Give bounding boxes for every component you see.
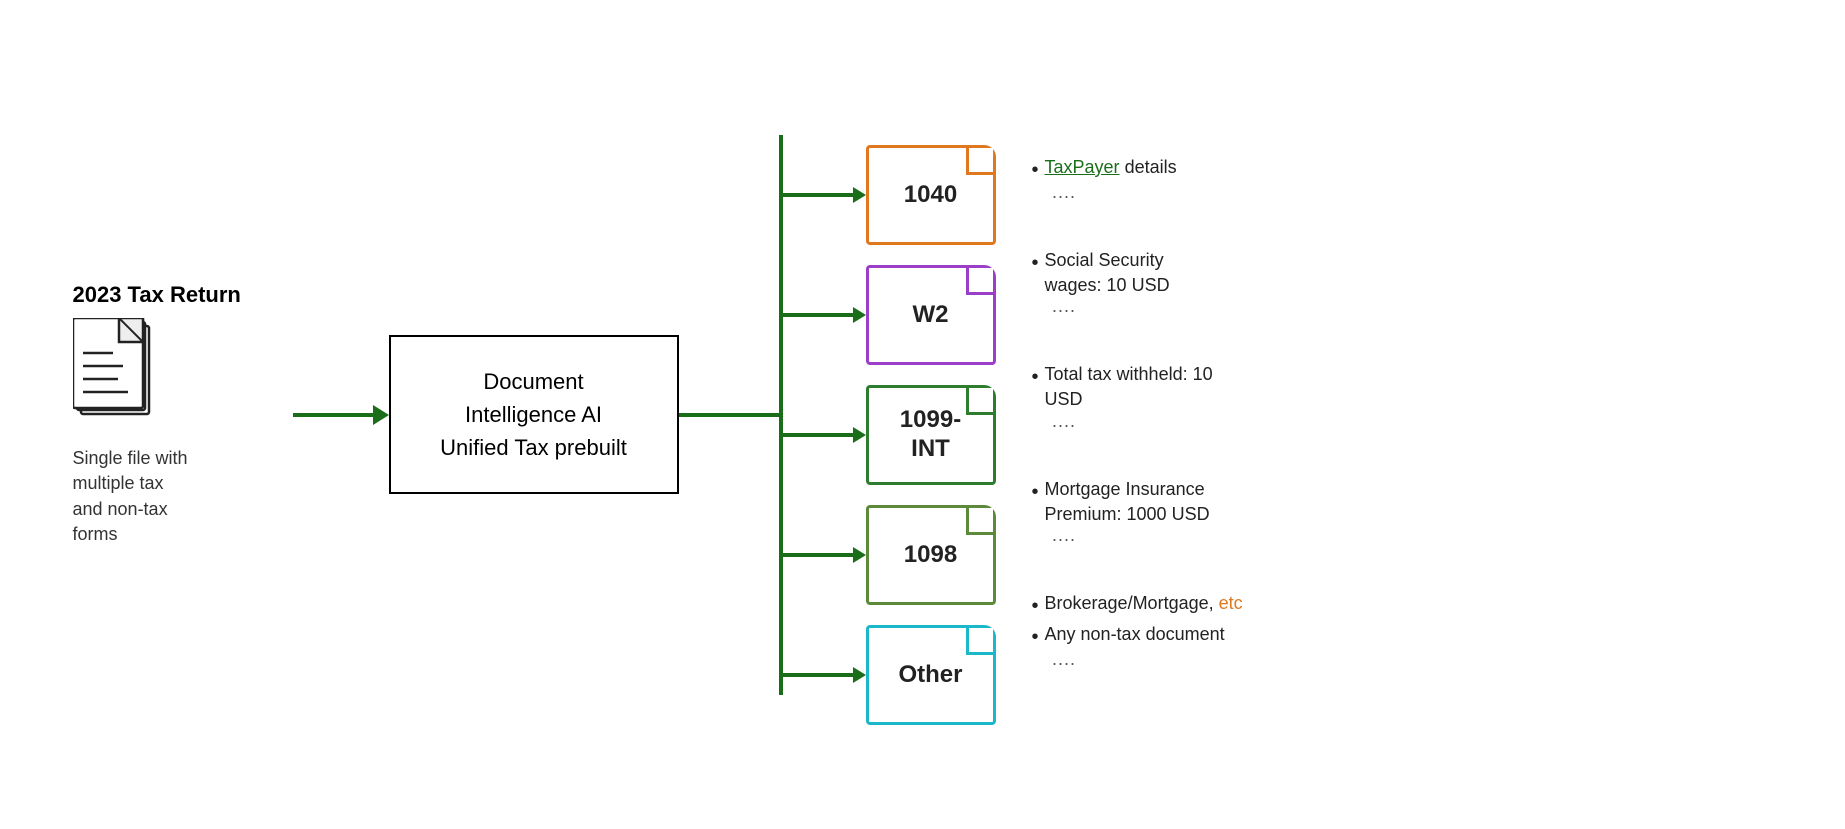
branch-arrow-1040 [853,187,866,203]
doc-label: Single file with multiple tax and non-ta… [73,446,188,547]
bullet-4: • [1032,478,1039,506]
diagram: 2023 Tax Return Single file with multipl… [73,135,1773,695]
bullet-2: • [1032,249,1039,277]
info-group-other: • Brokerage/Mortgage, etc • Any non-tax … [1032,591,1243,674]
left-section: 2023 Tax Return Single file with multipl… [73,282,293,547]
branch-h-w2 [783,313,853,317]
branch-h-1098 [783,553,853,557]
info-text-social-security: Social Securitywages: 10 USD [1045,248,1170,298]
form-label-1099: 1099-INT [900,406,961,464]
arrow-line-main [679,413,779,417]
form-label-other: Other [898,661,962,689]
branch-structure: 1040 W2 1099-INT [779,135,996,695]
branch-rows: 1040 W2 1099-INT [783,135,996,695]
taxpayer-link: TaxPayer [1045,157,1120,177]
branch-h-1040 [783,193,853,197]
form-card-1099: 1099-INT [866,385,996,485]
bullet-6: • [1032,623,1039,651]
info-dots-1: ···· [1052,186,1243,207]
document-icon [73,318,163,428]
info-dots-5: ···· [1052,653,1243,674]
info-text-tax-withheld: Total tax withheld: 10USD [1045,362,1213,412]
info-text-non-tax: Any non-tax document [1045,622,1225,647]
etc-label: etc [1219,593,1243,613]
branch-arrow-1099 [853,427,866,443]
form-card-w2: W2 [866,265,996,365]
form-label-1098: 1098 [904,541,957,569]
doc-title: 2023 Tax Return [73,282,241,308]
form-label-w2: W2 [913,301,949,329]
info-group-1098: • Mortgage InsurancePremium: 1000 USD ··… [1032,477,1243,550]
branch-row-w2: W2 [783,265,996,365]
bullet-1: • [1032,156,1039,184]
info-text-mortgage: Mortgage InsurancePremium: 1000 USD [1045,477,1210,527]
info-group-1040: • TaxPayer details ···· [1032,155,1243,207]
form-card-1040: 1040 [866,145,996,245]
branch-row-1040: 1040 [783,145,996,245]
branch-arrow-w2 [853,307,866,323]
branch-h-other [783,673,853,677]
center-box: Document Intelligence AI Unified Tax pre… [389,335,679,494]
arrow-main [679,413,779,417]
bullet-5: • [1032,592,1039,620]
branch-row-other: Other [783,625,996,725]
form-card-1098: 1098 [866,505,996,605]
arrow-left [293,405,389,425]
info-item-tax-withheld: • Total tax withheld: 10USD [1032,362,1243,412]
branch-h-1099 [783,433,853,437]
info-text-taxpayer: TaxPayer details [1045,155,1177,180]
info-group-1099: • Total tax withheld: 10USD ···· [1032,362,1243,435]
center-box-text: Document Intelligence AI Unified Tax pre… [440,369,627,460]
arrow-head-left [373,405,389,425]
branch-arrow-1098 [853,547,866,563]
info-section: • TaxPayer details ···· • Social Securit… [1032,135,1243,695]
branch-arrow-other [853,667,866,683]
info-item-taxpayer: • TaxPayer details [1032,155,1243,184]
info-text-brokerage: Brokerage/Mortgage, etc [1045,591,1243,616]
branch-row-1099: 1099-INT [783,385,996,485]
info-dots-3: ···· [1052,415,1243,436]
info-dots-4: ···· [1052,529,1243,550]
info-group-w2: • Social Securitywages: 10 USD ···· [1032,248,1243,321]
branch-row-1098: 1098 [783,505,996,605]
info-item-social-security: • Social Securitywages: 10 USD [1032,248,1243,298]
bullet-3: • [1032,363,1039,391]
form-card-other: Other [866,625,996,725]
form-label-1040: 1040 [904,181,957,209]
info-dots-2: ···· [1052,300,1243,321]
arrow-line-left [293,413,373,417]
info-item-brokerage: • Brokerage/Mortgage, etc [1032,591,1243,620]
info-item-non-tax: • Any non-tax document [1032,622,1243,651]
info-item-mortgage: • Mortgage InsurancePremium: 1000 USD [1032,477,1243,527]
